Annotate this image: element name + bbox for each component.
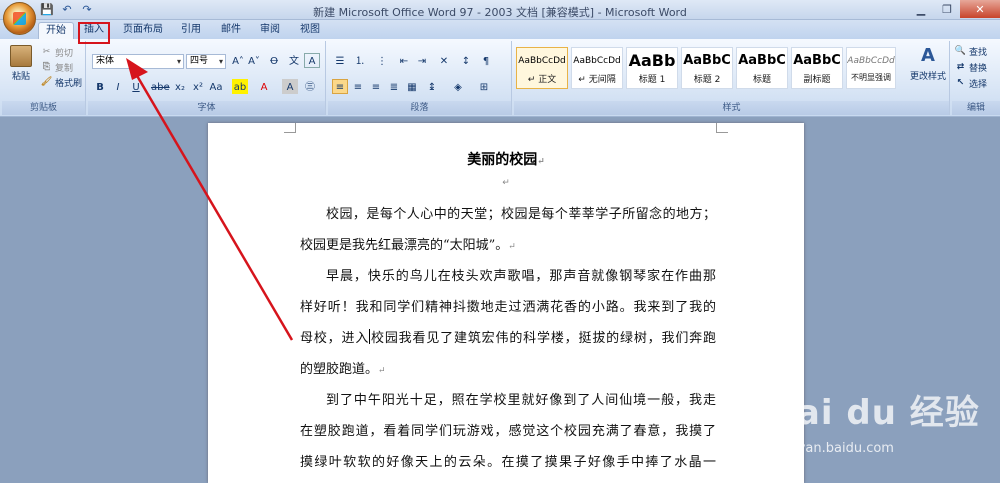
office-button[interactable]	[3, 2, 36, 35]
watermark-brand: Bai du 经验	[770, 393, 980, 433]
baidu-watermark: Bai du 经验 jingyan.baidu.com	[760, 383, 1000, 473]
arrow-head	[126, 58, 148, 80]
arrow-shaft	[134, 73, 294, 341]
watermark-url: jingyan.baidu.com	[774, 441, 894, 456]
